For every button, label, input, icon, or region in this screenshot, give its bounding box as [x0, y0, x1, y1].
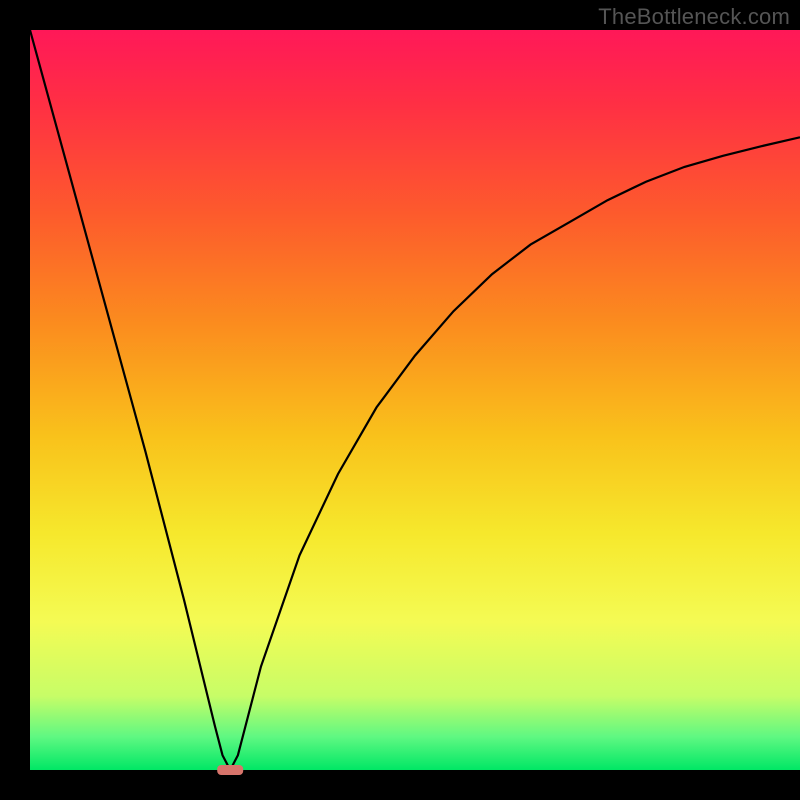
watermark-text: TheBottleneck.com — [598, 4, 790, 30]
bottleneck-chart: TheBottleneck.com — [0, 0, 800, 800]
plot-background — [30, 30, 800, 770]
chart-svg — [0, 0, 800, 800]
valley-marker — [217, 765, 243, 775]
